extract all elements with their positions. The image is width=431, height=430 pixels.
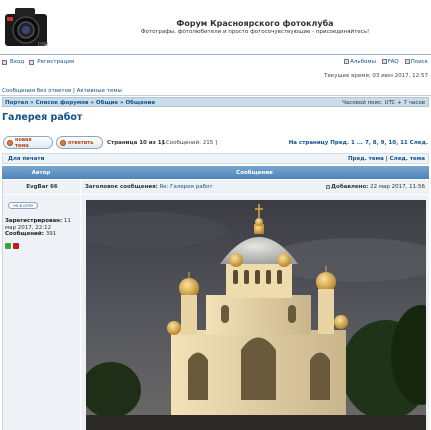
- faq-link[interactable]: FAQ: [388, 59, 399, 65]
- message-column-header: Сообщение: [236, 169, 273, 176]
- posted-label: Добавлено:: [331, 184, 369, 190]
- active-topics-link[interactable]: Активные темы: [77, 88, 122, 94]
- register-link[interactable]: Регистрация: [37, 59, 74, 65]
- online-status-button[interactable]: не в сети: [8, 202, 38, 209]
- post-photo[interactable]: [86, 200, 426, 430]
- site-description: Фотографы, фотолюбители и просто фотосоч…: [140, 29, 370, 35]
- new-topic-button[interactable]: новая тема: [3, 136, 53, 149]
- pagination: На страницу Пред. 1 ... 7, 8, 9, 10, 11 …: [289, 140, 428, 146]
- goto-page-label[interactable]: На страницу: [289, 140, 329, 146]
- author-contact-icons: [5, 243, 19, 249]
- reply-icon: [60, 139, 66, 146]
- reply-label: ответить: [68, 139, 94, 146]
- prev-topic-link[interactable]: Пред. тема: [348, 156, 384, 162]
- timezone: Часовой пояс: UTC + 7 часов: [342, 99, 425, 106]
- subject-value[interactable]: Re: Галерея работ: [160, 184, 213, 190]
- site-title: Форум Красноярского фотоклуба: [176, 19, 334, 28]
- search-link[interactable]: Поиск: [411, 59, 428, 65]
- author-divider: [3, 194, 81, 195]
- breadcrumb-talk[interactable]: Общение: [126, 100, 156, 106]
- breadcrumb-general[interactable]: Общие: [96, 100, 118, 106]
- post-subject: Заголовок сообщения: Re: Галерея работ: [85, 184, 213, 190]
- prev-page-link[interactable]: Пред.: [330, 140, 349, 146]
- topic-title[interactable]: Галерея работ: [2, 112, 82, 123]
- pm-icon[interactable]: [13, 243, 19, 249]
- author-name[interactable]: EvgBar 66: [3, 184, 81, 190]
- registered-label: Зарегистрирован:: [5, 218, 63, 224]
- messages-value: 391: [45, 231, 57, 237]
- page-links[interactable]: 1 ... 7, 8, 9, 10, 11: [351, 140, 408, 146]
- quick-links: Сообщения без ответов | Активные темы: [2, 88, 122, 94]
- page-indicator: Страница 10 из 11: [107, 140, 166, 146]
- login-link[interactable]: Вход: [10, 59, 24, 65]
- post-author-column: EvgBar 66 не в сети Зарегистрирован: 11 …: [3, 180, 81, 430]
- camera-logo-icon[interactable]: D90: [4, 2, 48, 52]
- print-link[interactable]: Для печати: [8, 156, 44, 162]
- top-navbar: Вход Регистрация Альбомы FAQ Поиск: [0, 56, 431, 68]
- unanswered-link[interactable]: Сообщения без ответов: [2, 88, 71, 94]
- register-icon: [29, 59, 35, 65]
- post-icon: [326, 184, 331, 189]
- login-icon: [2, 59, 7, 65]
- current-time: Текущее время: 03 июн 2017, 12:57: [324, 73, 428, 79]
- reply-button[interactable]: ответить: [56, 136, 103, 149]
- breadcrumb-bar: Портал » Список форумов » Общие » Общени…: [2, 97, 429, 107]
- post: EvgBar 66 не в сети Зарегистрирован: 11 …: [2, 180, 429, 430]
- breadcrumb-portal[interactable]: Портал: [5, 100, 28, 106]
- next-topic-link[interactable]: След. тема: [390, 156, 425, 162]
- albums-link[interactable]: Альбомы: [350, 59, 376, 65]
- posted-value: 22 мар 2017, 11:56: [370, 184, 425, 190]
- subject-label: Заголовок сообщения:: [85, 184, 158, 190]
- breadcrumb: Портал » Список форумов » Общие » Общени…: [5, 99, 156, 106]
- divider: [0, 95, 431, 96]
- albums-icon: [344, 59, 350, 64]
- messages-label: Сообщений:: [5, 231, 44, 237]
- author-column-header: Автор: [31, 169, 51, 176]
- header-divider: [0, 54, 431, 55]
- new-topic-icon: [7, 139, 13, 146]
- author-info: Зарегистрирован: 11 мар 2017, 22:12 Сооб…: [5, 218, 79, 238]
- profile-icon[interactable]: [5, 243, 11, 249]
- message-count: [ Сообщений: 215 ]: [162, 140, 218, 146]
- faq-icon: [381, 59, 387, 64]
- post-table-header: Автор Сообщение: [2, 166, 429, 179]
- search-icon: [404, 59, 410, 64]
- new-topic-label: новая тема: [14, 136, 32, 149]
- topic-actions-bar: Для печати Пред. тема | След. тема: [2, 153, 429, 164]
- breadcrumb-forum-list[interactable]: Список форумов: [36, 100, 89, 106]
- svg-text:D90: D90: [38, 42, 48, 48]
- site-header: D90 Форум Красноярского фотоклуба Фотогр…: [0, 0, 431, 54]
- message-divider: [82, 194, 429, 195]
- post-message-column: Заголовок сообщения: Re: Галерея работ Д…: [82, 180, 429, 430]
- post-date: Добавлено: 22 мар 2017, 11:56: [326, 184, 425, 190]
- next-page-link[interactable]: След.: [410, 140, 428, 146]
